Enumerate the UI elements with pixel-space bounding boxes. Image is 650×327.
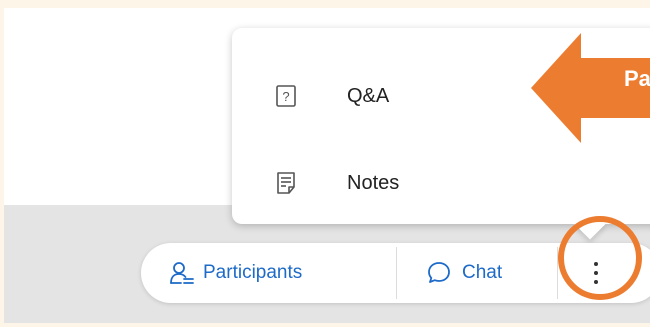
more-options-menu: ? Q&A Notes [232, 28, 650, 224]
participants-label: Participants [203, 262, 303, 283]
chat-button[interactable]: Chat [426, 243, 502, 303]
participants-button[interactable]: Participants [169, 243, 302, 303]
divider [396, 247, 397, 299]
svg-text:?: ? [282, 89, 289, 104]
menu-item-qa[interactable]: ? Q&A [232, 71, 532, 121]
notes-icon [276, 172, 296, 194]
app-window: ? Q&A Notes Participants Chat Pa [4, 8, 650, 323]
menu-item-label: Notes [347, 171, 400, 194]
callout-text: Pa [624, 66, 650, 91]
question-box-icon: ? [276, 85, 296, 107]
chat-label: Chat [462, 262, 503, 283]
more-vertical-icon [594, 262, 598, 284]
more-options-button[interactable] [561, 243, 631, 303]
divider [557, 247, 558, 299]
menu-item-notes[interactable]: Notes [232, 158, 532, 208]
menu-item-label: Q&A [347, 84, 390, 107]
meeting-controls-bar: Participants Chat [141, 243, 650, 303]
participants-icon [170, 262, 194, 284]
chat-bubble-icon [428, 262, 450, 283]
